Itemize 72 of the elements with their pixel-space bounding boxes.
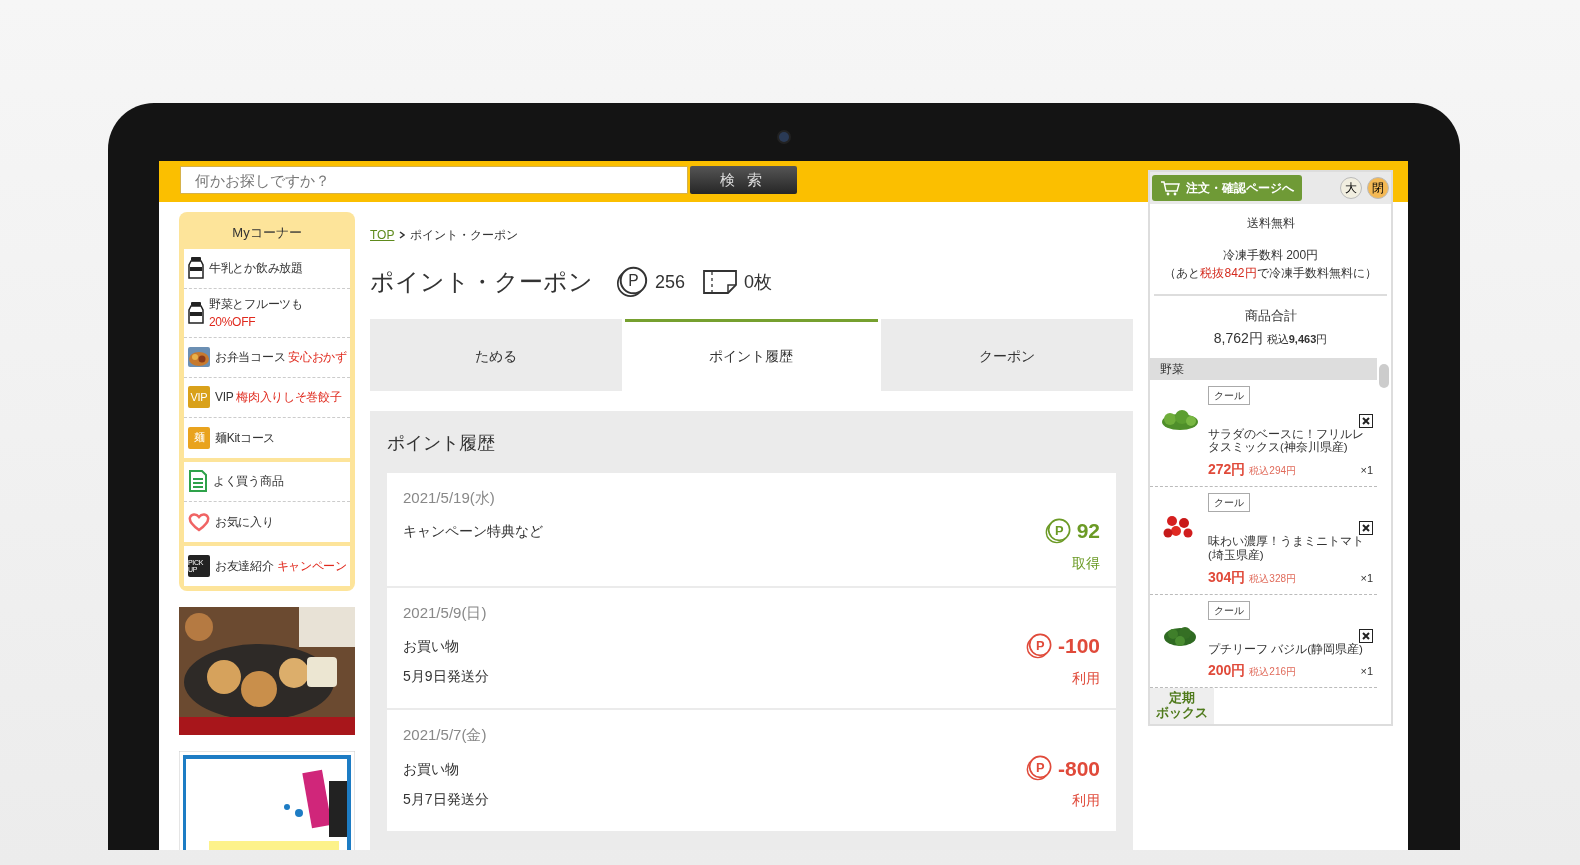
- entry-date: 2021/5/19(水): [403, 487, 496, 508]
- list-icon: [188, 470, 208, 492]
- scrollbar-thumb[interactable]: [1379, 363, 1389, 388]
- close-button[interactable]: 閉: [1367, 177, 1389, 199]
- sidebar-item[interactable]: お気に入り: [184, 501, 350, 542]
- entry-status: 利用: [1072, 791, 1100, 811]
- total-with-tax: 税込9,463円: [1266, 332, 1328, 345]
- tab[interactable]: ためる: [370, 319, 623, 391]
- total-label: 商品合計: [1243, 307, 1298, 325]
- shipping-text: 送料無料: [1245, 215, 1296, 232]
- tax-price: 税込216円: [1249, 665, 1297, 680]
- entry-description: 5月9日発送分: [403, 667, 489, 687]
- product-name[interactable]: プチリーフ バジル(静岡県産): [1208, 642, 1373, 657]
- close-icon[interactable]: [1359, 628, 1373, 643]
- quantity: ×1: [1360, 664, 1373, 680]
- heart-icon: [188, 511, 210, 532]
- freeze-fee-text: 冷凍手数料 200円: [1221, 247, 1320, 264]
- section-title: ポイント履歴: [387, 432, 496, 455]
- cool-tag: クール: [1208, 600, 1250, 620]
- cool-tag: クール: [1208, 493, 1250, 513]
- vip-icon: VIP: [188, 386, 210, 408]
- camera-dot: [778, 132, 789, 142]
- freeze-note: （あと税抜842円で冷凍手数料無料に）: [1163, 265, 1378, 282]
- bento-icon: [188, 347, 210, 367]
- point-amount: -800: [1057, 757, 1100, 779]
- entry-date: 2021/5/7(金): [403, 725, 488, 746]
- coupon-count: 0枚: [744, 270, 773, 294]
- entry-description: お買い物: [403, 637, 460, 657]
- sidebar-item[interactable]: お弁当コース 安心おかず: [184, 337, 350, 378]
- product-price: 304円: [1208, 567, 1246, 587]
- sidebar-item[interactable]: 牛乳とか飲み放題: [184, 248, 350, 289]
- close-icon[interactable]: [1359, 521, 1373, 536]
- points-value: 256: [655, 270, 686, 294]
- breadcrumb-current: ポイント・クーポン: [410, 227, 519, 244]
- chevron-icon: [399, 231, 406, 239]
- close-icon[interactable]: [1359, 413, 1373, 428]
- quantity: ×1: [1360, 463, 1373, 479]
- milk-bottle-icon: [188, 256, 204, 280]
- product-name[interactable]: サラダのベースに！フリルレタスミックス(神奈川県産): [1208, 427, 1373, 456]
- coupon-icon: [702, 269, 739, 295]
- tax-price: 税込294円: [1249, 464, 1297, 479]
- sidebar-item[interactable]: VIP VIP 梅肉入りしそ巻餃子: [184, 377, 350, 418]
- entry-status: 取得: [1072, 553, 1100, 573]
- page-title: ポイント・クーポン: [370, 267, 593, 297]
- entry-description: キャンペーン特典など: [403, 522, 543, 542]
- text-size-button[interactable]: 大: [1340, 177, 1362, 199]
- sidebar-item[interactable]: よく買う商品: [184, 461, 350, 502]
- cart-icon: [1160, 180, 1180, 196]
- box-tab[interactable]: 定期 ボックス: [1150, 688, 1214, 725]
- noodle-icon: 麺: [188, 426, 210, 449]
- milk-bottle-icon: [188, 300, 204, 325]
- entry-description: お買い物: [403, 759, 460, 779]
- sidebar-item[interactable]: 麺 麺Kitコース: [184, 417, 350, 458]
- entry-date: 2021/5/9(日): [403, 602, 488, 623]
- sidebar-title: Myコーナー: [231, 224, 303, 242]
- quantity: ×1: [1360, 570, 1373, 586]
- entry-status: 利用: [1072, 668, 1100, 688]
- tab[interactable]: クーポン: [880, 319, 1133, 391]
- search-field[interactable]: 何かお探しですか？: [180, 166, 688, 194]
- product-price: 200円: [1208, 661, 1246, 681]
- breadcrumb-link[interactable]: TOP: [370, 226, 395, 244]
- total-price: 8,762円: [1213, 329, 1263, 346]
- cool-tag: クール: [1208, 385, 1250, 405]
- tax-price: 税込328円: [1249, 571, 1297, 586]
- point-amount: -100: [1057, 635, 1100, 657]
- search-button[interactable]: 検索: [690, 166, 797, 194]
- product-name[interactable]: 味わい濃厚！うまミニトマト(埼玉県産): [1208, 535, 1373, 563]
- entry-description: 5月7日発送分: [403, 789, 489, 809]
- point-amount: 92: [1076, 520, 1100, 542]
- sidebar-item[interactable]: 野菜とフルーツも 20%OFF: [184, 288, 350, 338]
- product-price: 272円: [1208, 460, 1246, 480]
- category-header: 野菜: [1150, 357, 1377, 380]
